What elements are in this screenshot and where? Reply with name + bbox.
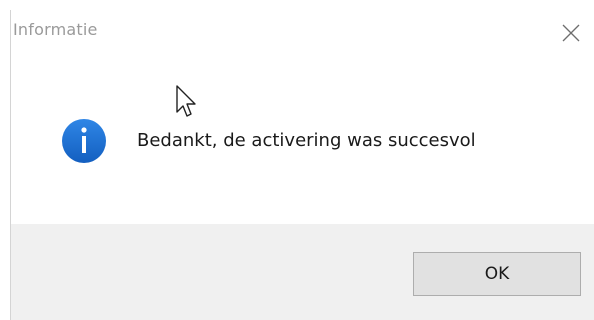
- dialog-footer: OK: [11, 224, 594, 320]
- dialog-content: Bedankt, de activering was succesvol: [11, 54, 594, 234]
- message-dialog: Informatie Bedankt, de activering was su…: [10, 10, 594, 320]
- close-icon: [562, 24, 580, 42]
- dialog-title: Informatie: [13, 20, 98, 39]
- info-icon: [62, 119, 106, 163]
- ok-button[interactable]: OK: [413, 252, 581, 296]
- mouse-cursor-icon: [176, 85, 196, 117]
- ok-button-label: OK: [484, 264, 510, 284]
- close-button[interactable]: [558, 20, 584, 46]
- title-bar: Informatie: [11, 10, 594, 54]
- dialog-message: Bedankt, de activering was succesvol: [137, 130, 476, 151]
